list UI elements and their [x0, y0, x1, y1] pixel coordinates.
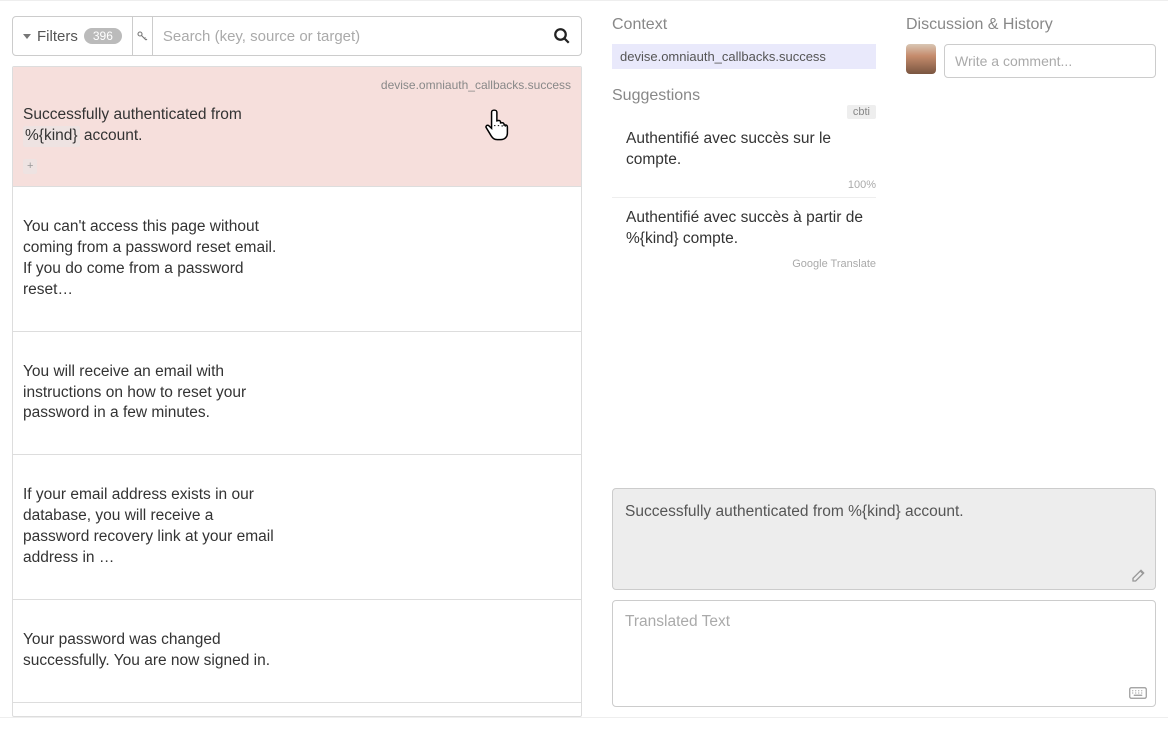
filters-count-badge: 396 — [84, 28, 122, 44]
key-source-text: If your email address exists in our data… — [23, 485, 283, 569]
key-item[interactable]: Your password was changed successfully. — [13, 703, 581, 717]
key-source-text: You will receive an email with instructi… — [23, 362, 283, 425]
filters-button[interactable]: Filters 396 — [13, 17, 133, 55]
key-item[interactable]: If your email address exists in our data… — [13, 455, 581, 600]
filters-label: Filters — [37, 28, 78, 45]
key-source-text: Your password was changed successfully. … — [23, 630, 283, 672]
discussion-heading: Discussion & History — [906, 16, 1156, 34]
context-key: devise.omniauth_callbacks.success — [612, 44, 876, 69]
right-pane: Context devise.omniauth_callbacks.succes… — [612, 16, 1156, 717]
suggestion-item[interactable]: cbti Authentifié avec succès sur le comp… — [612, 119, 876, 198]
key-source-text: Successfully authenticated from %{kind} … — [23, 105, 283, 147]
suggestion-meta: Google Translate — [612, 258, 876, 272]
search-icon[interactable] — [553, 27, 571, 45]
suggestion-text: Authentifié avec succès sur le compte. — [612, 125, 876, 179]
editor-area: Successfully authenticated from %{kind} … — [612, 488, 1156, 717]
key-item[interactable]: You can't access this page without comin… — [13, 187, 581, 332]
add-translation-button[interactable]: + — [23, 159, 37, 174]
cursor-hand-icon — [482, 107, 516, 141]
discussion-column: Discussion & History — [906, 16, 1156, 480]
edit-icon[interactable] — [1131, 567, 1147, 583]
comment-composer — [906, 44, 1156, 78]
comment-input[interactable] — [944, 44, 1156, 78]
key-item[interactable]: You will receive an email with instructi… — [13, 332, 581, 456]
suggestion-text: Authentifié avec succès à partir de %{ki… — [612, 204, 876, 258]
key-toggle-button[interactable] — [133, 17, 153, 55]
chevron-down-icon — [23, 34, 31, 39]
search-wrap — [153, 17, 581, 55]
toolbar: Filters 396 — [12, 16, 582, 56]
suggestion-source-badge: cbti — [847, 105, 876, 119]
search-input[interactable] — [163, 28, 553, 45]
left-pane: Filters 396 devise.omniauth_callbacks.su… — [12, 16, 582, 717]
key-path-label: devise.omniauth_callbacks.success — [23, 77, 571, 93]
upper-panels: Context devise.omniauth_callbacks.succes… — [612, 16, 1156, 480]
keyboard-icon[interactable] — [1129, 686, 1147, 700]
key-item[interactable]: Your password was changed successfully. … — [13, 600, 581, 703]
suggestion-meta: 100% — [612, 179, 876, 193]
suggestion-item[interactable]: Authentifié avec succès à partir de %{ki… — [612, 198, 876, 276]
suggestions-heading: Suggestions — [612, 87, 876, 105]
avatar — [906, 44, 936, 74]
key-list: devise.omniauth_callbacks.success Succes… — [12, 66, 582, 717]
source-text: Successfully authenticated from %{kind} … — [625, 503, 964, 520]
interpolation-token: %{kind} — [23, 126, 80, 147]
key-icon — [136, 30, 148, 42]
key-item-selected[interactable]: devise.omniauth_callbacks.success Succes… — [13, 67, 581, 187]
translation-input[interactable] — [625, 613, 1143, 675]
context-heading: Context — [612, 16, 876, 34]
app-root: Filters 396 devise.omniauth_callbacks.su… — [0, 0, 1168, 718]
source-text-box: Successfully authenticated from %{kind} … — [612, 488, 1156, 590]
key-source-text: You can't access this page without comin… — [23, 217, 283, 301]
target-text-box[interactable] — [612, 600, 1156, 707]
context-suggestions-column: Context devise.omniauth_callbacks.succes… — [612, 16, 876, 480]
